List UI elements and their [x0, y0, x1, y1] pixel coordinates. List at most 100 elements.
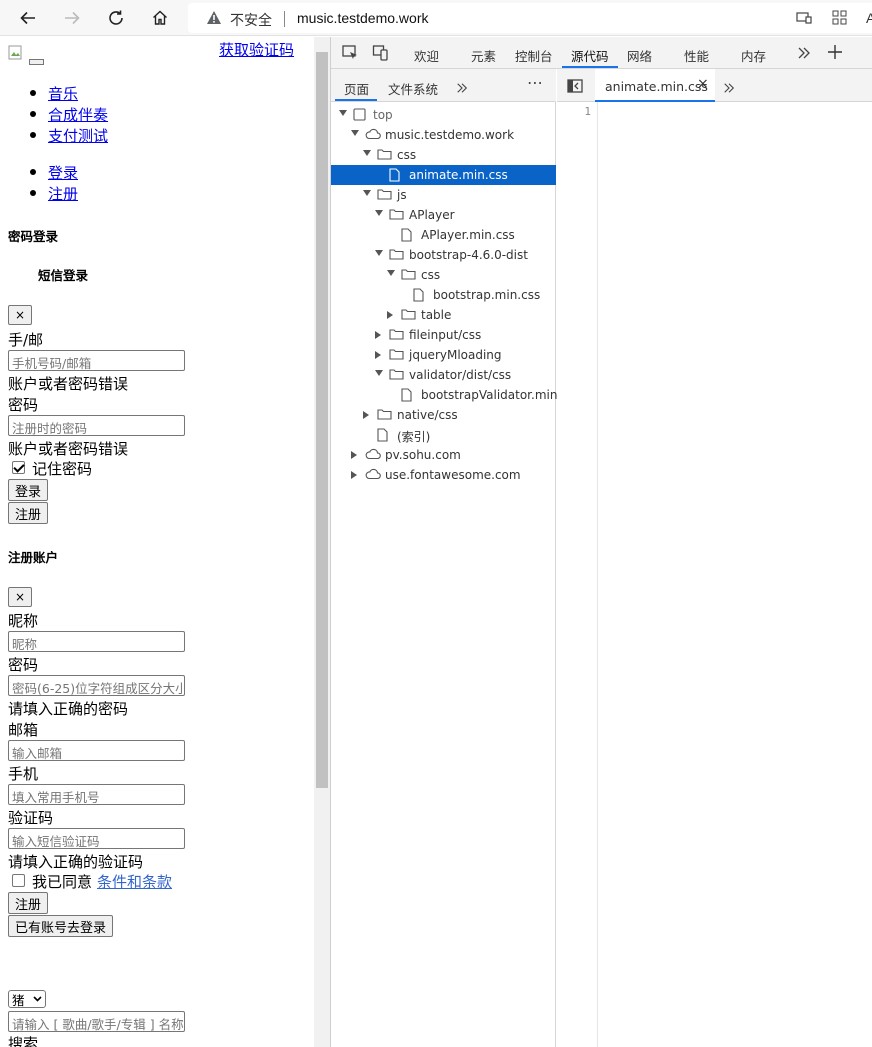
reload-button[interactable] — [102, 4, 130, 32]
url-text[interactable]: music.testdemo.work — [297, 10, 428, 26]
tree-item-label: APlayer — [409, 208, 455, 222]
collapse-triangle-icon[interactable] — [387, 311, 393, 319]
active-tab-indicator — [562, 66, 618, 68]
devtools-panel: 欢迎 元素 控制台 源代码 网络 性能 内存 页面 文件系统 ⋯ top musi… — [330, 37, 872, 1047]
tree-file-item[interactable]: animate.min.css — [331, 165, 556, 185]
tree-folder-item[interactable]: fileinput/css — [331, 325, 556, 345]
remember-checkbox[interactable] — [12, 461, 25, 474]
folder-icon — [389, 328, 404, 343]
nav-link-music[interactable]: 音乐 — [29, 83, 78, 104]
nav-link-accompaniment[interactable]: 合成伴奏 — [29, 104, 108, 125]
register-link[interactable]: 注册 — [29, 183, 78, 204]
search-label[interactable]: 搜索 — [8, 1033, 38, 1047]
page-scrollbar-thumb[interactable] — [316, 52, 328, 788]
login-close-button[interactable]: × — [8, 305, 32, 325]
tab-performance[interactable]: 性能 — [684, 46, 709, 65]
expand-triangle-icon[interactable] — [363, 150, 371, 156]
tree-folder-item[interactable]: music.testdemo.work — [331, 125, 556, 145]
tree-folder-item[interactable]: css — [331, 265, 556, 285]
tree-folder-item[interactable]: bootstrap-4.6.0-dist — [331, 245, 556, 265]
tab-elements[interactable]: 元素 — [471, 46, 496, 65]
search-input[interactable]: 请输入 [ 歌曲/歌手/专辑 ] 名称 — [8, 1011, 185, 1032]
folder-icon — [377, 188, 392, 203]
tab-filesystem[interactable]: 文件系统 — [388, 79, 438, 98]
agree-checkbox[interactable] — [12, 874, 25, 887]
expand-triangle-icon[interactable] — [339, 110, 347, 116]
editor-tab-animate[interactable]: animate.min.css × — [595, 69, 715, 102]
tab-console[interactable]: 控制台 — [515, 46, 553, 65]
collapse-triangle-icon[interactable] — [351, 451, 357, 459]
more-options-icon[interactable]: ⋯ — [527, 73, 543, 92]
password-input[interactable]: 注册时的密码 — [8, 415, 185, 436]
code-input[interactable]: 输入短信验证码 — [8, 828, 185, 849]
collapse-triangle-icon[interactable] — [351, 471, 357, 479]
tree-file-item[interactable]: (索引) — [331, 425, 556, 445]
tree-folder-item[interactable]: css — [331, 145, 556, 165]
collapse-triangle-icon[interactable] — [375, 331, 381, 339]
expand-triangle-icon[interactable] — [375, 210, 383, 216]
tree-file-item[interactable]: bootstrap.min.css — [331, 285, 556, 305]
expand-triangle-icon[interactable] — [363, 190, 371, 196]
reg-password-input[interactable]: 密码(6-25)位字符组成区分大小写 — [8, 675, 185, 696]
expand-triangle-icon[interactable] — [351, 130, 359, 136]
more-navigator-tabs-icon[interactable] — [456, 79, 468, 98]
tab-sources[interactable]: 源代码 — [571, 46, 609, 65]
address-bar[interactable]: 不安全 music.testdemo.work A — [188, 3, 872, 33]
inspect-element-icon[interactable] — [341, 44, 359, 66]
apps-icon[interactable] — [832, 10, 848, 29]
phone-input[interactable]: 填入常用手机号 — [8, 784, 185, 805]
collapse-triangle-icon[interactable] — [363, 411, 369, 419]
tab-page[interactable]: 页面 — [344, 79, 369, 98]
device-toolbar-icon[interactable] — [372, 44, 390, 66]
tree-folder-item[interactable]: js — [331, 185, 556, 205]
tab-network[interactable]: 网络 — [627, 46, 652, 65]
tree-file-item[interactable]: APlayer.min.css — [331, 225, 556, 245]
login-register-button[interactable]: 注册 — [8, 502, 49, 524]
nav-link-payment-test[interactable]: 支付测试 — [29, 125, 108, 146]
line-gutter: 1 — [557, 102, 598, 1047]
tree-folder-item[interactable]: native/css — [331, 405, 556, 425]
register-submit-button[interactable]: 注册 — [8, 892, 49, 914]
tree-item-label: js — [397, 188, 407, 202]
expand-triangle-icon[interactable] — [375, 370, 383, 376]
tree-folder-item[interactable]: validator/dist/css — [331, 365, 556, 385]
password-login-title[interactable]: 密码登录 — [8, 226, 58, 245]
tree-folder-item[interactable]: jqueryMloading — [331, 345, 556, 365]
reader-mode-icon[interactable] — [796, 11, 812, 28]
tree-item-label: fileinput/css — [409, 328, 482, 342]
terms-link[interactable]: 条件和条款 — [97, 871, 172, 892]
tree-folder-item[interactable]: table — [331, 305, 556, 325]
account-input[interactable]: 手机号码/邮箱 — [8, 350, 185, 371]
more-tabs-icon[interactable] — [797, 45, 811, 64]
tab-welcome[interactable]: 欢迎 — [414, 46, 439, 65]
collapse-triangle-icon[interactable] — [375, 351, 381, 359]
nickname-input[interactable]: 昵称 — [8, 631, 185, 652]
tree-folder-item[interactable]: use.fontawesome.com — [331, 465, 556, 485]
register-close-button[interactable]: × — [8, 587, 32, 607]
insecure-label[interactable]: 不安全 — [230, 10, 272, 30]
tree-file-item[interactable]: bootstrapValidator.min.css — [331, 385, 580, 405]
sms-login-title[interactable]: 短信登录 — [38, 265, 88, 284]
expand-triangle-icon[interactable] — [387, 270, 395, 276]
back-button[interactable] — [14, 4, 42, 32]
have-account-button[interactable]: 已有账号去登录 — [8, 915, 114, 937]
expand-triangle-icon[interactable] — [375, 250, 383, 256]
add-tab-icon[interactable] — [827, 44, 843, 64]
email-input[interactable]: 输入邮箱 — [8, 740, 185, 761]
login-link[interactable]: 登录 — [29, 162, 78, 183]
more-editor-tabs-icon[interactable] — [723, 79, 735, 98]
close-icon[interactable]: × — [697, 76, 709, 92]
get-code-link[interactable]: 获取验证码 — [219, 39, 294, 60]
tree-item-label: (索引) — [397, 430, 431, 444]
tab-memory[interactable]: 内存 — [741, 46, 766, 65]
forward-button[interactable] — [58, 4, 86, 32]
toggler-button[interactable] — [29, 59, 44, 65]
login-submit-button[interactable]: 登录 — [8, 479, 49, 501]
tree-folder-item[interactable]: APlayer — [331, 205, 556, 225]
toggle-navigator-icon[interactable] — [567, 78, 583, 97]
home-button[interactable] — [146, 4, 174, 32]
search-type-select[interactable]: 猪 — [8, 990, 46, 1008]
tree-folder-item[interactable]: top — [331, 105, 556, 125]
folder-icon — [389, 368, 404, 383]
tree-folder-item[interactable]: pv.sohu.com — [331, 445, 556, 465]
